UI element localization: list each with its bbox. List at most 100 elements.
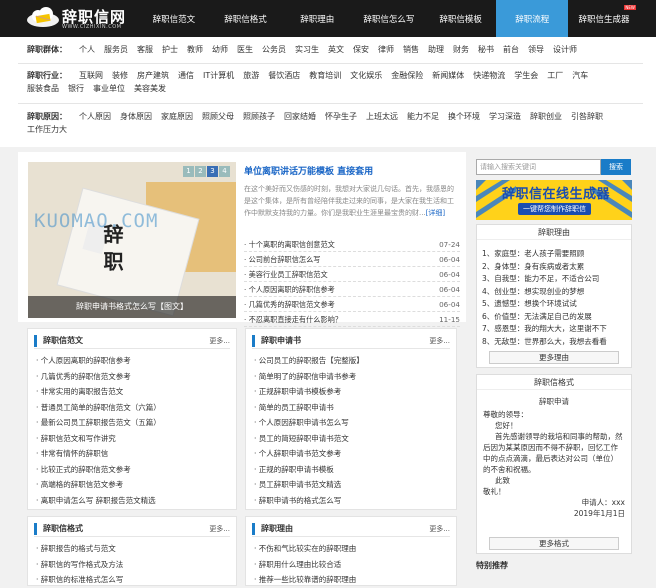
article-link[interactable]: 辞职用什么理由比较合适	[254, 557, 356, 573]
filter-tag[interactable]: 秘书	[478, 43, 494, 56]
filter-tag[interactable]: 银行	[68, 82, 84, 95]
slider-page-4[interactable]: 4	[219, 166, 230, 177]
filter-tag[interactable]: 美容美发	[134, 82, 166, 95]
nav-item-geshi[interactable]: 辞职信格式	[210, 0, 282, 37]
article-link[interactable]: 比较正式的辞职信范文参考	[36, 462, 161, 478]
article-link[interactable]: 简单明了的辞职信申请书参考	[254, 369, 364, 385]
slider-page-3[interactable]: 3	[207, 166, 218, 177]
filter-tag[interactable]: 保安	[353, 43, 369, 56]
featured-list-item[interactable]: 美容行业员工辞职信范文 06-04	[244, 267, 460, 282]
filter-tag[interactable]: 设计师	[553, 43, 577, 56]
filter-tag[interactable]: 辞职创业	[530, 110, 562, 123]
filter-tag[interactable]: 学生会	[514, 69, 538, 82]
column-title[interactable]: 辞职理由	[252, 523, 293, 535]
filter-tag[interactable]: 房产建筑	[137, 69, 169, 82]
slider-page-2[interactable]: 2	[195, 166, 206, 177]
nav-item-shengchengqi[interactable]: 辞职信生成器 NEW	[568, 0, 640, 37]
nav-item-zenmexie[interactable]: 辞职信怎么写	[353, 0, 425, 37]
nav-item-liyou[interactable]: 辞职理由	[281, 0, 353, 37]
article-link[interactable]: 个人原因离职的辞职信参考	[36, 353, 161, 369]
image-slider[interactable]: 辞 职 KUOMAO.COM 1 2 3 4 辞职申请书格式怎么写【图文】	[28, 162, 236, 318]
filter-tag[interactable]: 引咎辞职	[571, 110, 603, 123]
article-link[interactable]: 高端格的辞职信范文参考	[36, 477, 161, 493]
article-link[interactable]: 非常有情怀的辞职信	[36, 446, 161, 462]
more-formats-button[interactable]: 更多格式	[489, 537, 619, 550]
column-title[interactable]: 辞职信格式	[34, 523, 83, 535]
filter-tag[interactable]: 服装食品	[27, 82, 59, 95]
filter-tag[interactable]: 客服	[137, 43, 153, 56]
filter-tag[interactable]: 通信	[178, 69, 194, 82]
filter-tag[interactable]: 助理	[428, 43, 444, 56]
filter-tag[interactable]: 照顾父母	[202, 110, 234, 123]
article-link[interactable]: 辞职信的写作格式及方法	[36, 557, 124, 573]
filter-tag[interactable]: 汽车	[572, 69, 588, 82]
column-more-link[interactable]: 更多...	[429, 335, 450, 347]
article-link[interactable]: 最新公司员工辞职报告范文（五篇）	[36, 415, 161, 431]
column-more-link[interactable]: 更多...	[429, 523, 450, 535]
filter-tag[interactable]: 工厂	[547, 69, 563, 82]
filter-tag[interactable]: 领导	[528, 43, 544, 56]
more-reasons-button[interactable]: 更多理由	[489, 351, 619, 364]
filter-tag[interactable]: 家庭原因	[161, 110, 193, 123]
filter-tag[interactable]: 能力不足	[407, 110, 439, 123]
filter-tag[interactable]: 工作压力大	[27, 123, 67, 136]
filter-tag[interactable]: 律师	[378, 43, 394, 56]
filter-tag[interactable]: 教育培训	[309, 69, 341, 82]
filter-tag[interactable]: 装修	[112, 69, 128, 82]
featured-list-item[interactable]: 几篇优秀的辞职信范文参考 06-04	[244, 297, 460, 312]
filter-tag[interactable]: 护士	[162, 43, 178, 56]
article-link[interactable]: 辞职信的标准格式怎么写	[36, 572, 124, 588]
article-link[interactable]: 员工辞职申请书范文精选	[254, 477, 364, 493]
featured-list-item[interactable]: 公司前台辞职信怎么写 06-04	[244, 252, 460, 267]
column-more-link[interactable]: 更多...	[209, 523, 230, 535]
article-link[interactable]: 个人辞职申请书范文参考	[254, 446, 364, 462]
filter-tag[interactable]: 实习生	[295, 43, 319, 56]
filter-tag[interactable]: 餐饮酒店	[268, 69, 300, 82]
filter-tag[interactable]: 快递物流	[473, 69, 505, 82]
filter-tag[interactable]: 上班太远	[366, 110, 398, 123]
nav-item-fanwen[interactable]: 辞职信范文	[138, 0, 210, 37]
article-link[interactable]: 个人原因辞职申请书怎么写	[254, 415, 364, 431]
slider-caption[interactable]: 辞职申请书格式怎么写【图文】	[28, 296, 236, 318]
generator-banner[interactable]: 辞职信在线生成器 一键帮您制作辞职信	[476, 180, 632, 220]
featured-title[interactable]: 单位离职讲话万能模板 直接套用	[244, 164, 460, 177]
article-link[interactable]: 辞职信范文和写作讲究	[36, 431, 161, 447]
filter-tag[interactable]: 身体原因	[120, 110, 152, 123]
article-link[interactable]: 辞职申请书的格式怎么写	[254, 493, 364, 509]
filter-tag[interactable]: 教师	[187, 43, 203, 56]
featured-list-item[interactable]: 个人原因离职的辞职信参考 06-04	[244, 282, 460, 297]
filter-tag[interactable]: 事业单位	[93, 82, 125, 95]
article-link[interactable]: 正规的辞职申请书模板	[254, 462, 364, 478]
article-link[interactable]: 离职申请怎么写 辞职报告范文精选	[36, 493, 161, 509]
featured-list-item[interactable]: 十个离职的离职信创意范文 07-24	[244, 237, 460, 252]
nav-item-moban[interactable]: 辞职信模板	[425, 0, 497, 37]
article-link[interactable]: 公司员工的辞职报告【完整版】	[254, 353, 364, 369]
nav-item-liucheng[interactable]: 辞职流程	[496, 0, 569, 37]
column-more-link[interactable]: 更多...	[209, 335, 230, 347]
filter-tag[interactable]: 医生	[237, 43, 253, 56]
filter-tag[interactable]: 前台	[503, 43, 519, 56]
filter-tag[interactable]: 新闻媒体	[432, 69, 464, 82]
article-link[interactable]: 正规辞职申请书模板参考	[254, 384, 364, 400]
article-link[interactable]: 推荐一些比较靠谱的辞职理由	[254, 572, 357, 588]
article-link[interactable]: 不伤和气比较实在的辞职理由	[254, 541, 357, 557]
featured-more-link[interactable]: [详细]	[426, 209, 445, 217]
column-title[interactable]: 辞职申请书	[252, 335, 301, 347]
filter-tag[interactable]: 公务员	[262, 43, 286, 56]
filter-tag[interactable]: 换个环境	[448, 110, 480, 123]
featured-list-item[interactable]: 不忍离职直接走有什么影响？ 11-15	[244, 312, 460, 327]
article-link[interactable]: 员工的简短辞职申请书范文	[254, 431, 364, 447]
slider-page-1[interactable]: 1	[183, 166, 194, 177]
search-button[interactable]: 搜索	[601, 159, 631, 175]
filter-tag[interactable]: 互联网	[79, 69, 103, 82]
column-title[interactable]: 辞职信范文	[34, 335, 83, 347]
article-link[interactable]: 辞职报告的格式与范文	[36, 541, 123, 557]
filter-tag[interactable]: 金融保险	[391, 69, 423, 82]
article-link[interactable]: 几篇优秀的辞职信范文参考	[36, 369, 161, 385]
article-link[interactable]: 普通员工简单的辞职信范文（六篇）	[36, 400, 161, 416]
filter-tag[interactable]: 英文	[328, 43, 344, 56]
filter-tag[interactable]: 旅游	[243, 69, 259, 82]
filter-tag[interactable]: 照顾孩子	[243, 110, 275, 123]
article-link[interactable]: 简单的员工辞职申请书	[254, 400, 364, 416]
filter-tag[interactable]: 幼师	[212, 43, 228, 56]
